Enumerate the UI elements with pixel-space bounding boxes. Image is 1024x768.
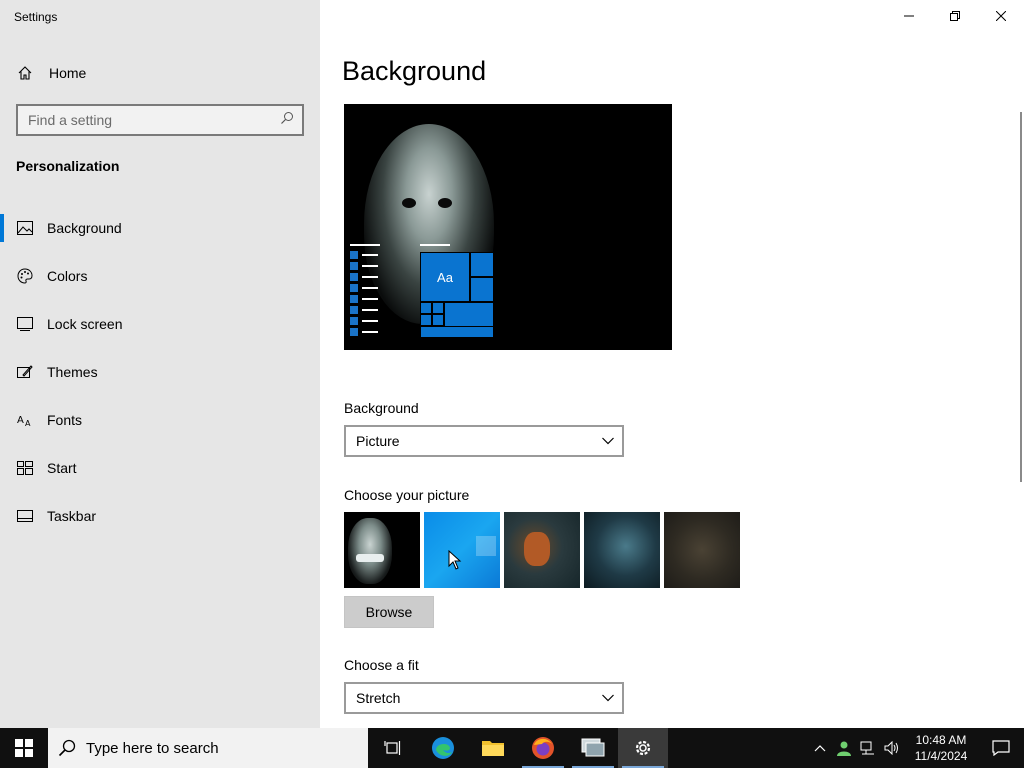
thumbnail-dark-face[interactable] [344,512,420,588]
start-icon [16,459,34,477]
svg-text:A: A [25,419,31,427]
network-tool-button[interactable] [568,728,618,768]
page-title: Background [342,56,487,86]
thumbnail-windows-blue[interactable] [424,512,500,588]
search-box[interactable] [16,104,304,136]
task-view-button[interactable] [368,728,418,768]
browse-button[interactable]: Browse [344,596,434,628]
sidebar-item-label: Fonts [47,412,83,428]
network-icon [860,741,874,755]
background-dropdown-value: Picture [356,433,400,449]
show-hidden-icons-button[interactable] [808,728,832,768]
preview-start-tiles: Aa [420,252,494,338]
preview-eye [438,198,452,208]
user-icon [837,741,851,756]
picture-icon [16,219,34,237]
clock-time: 10:48 AM [915,733,967,747]
preview-line [420,244,450,246]
sidebar-item-background[interactable]: Background [0,204,320,252]
volume-icon [884,741,898,755]
gear-icon [635,740,651,756]
fonts-icon: AA [16,411,34,429]
background-label: Background [344,400,419,416]
clock-date: 11/4/2024 [914,749,968,763]
people-tray-button[interactable] [832,728,856,768]
preview-start-list [350,250,382,338]
background-preview: Aa [344,104,672,350]
app-title: Settings [14,10,58,24]
section-title: Personalization [16,158,120,174]
taskbar: Type here to search 10:48 AM 11/4/2024 [0,728,1024,768]
sidebar-item-colors[interactable]: Colors [0,252,320,300]
fit-dropdown-value: Stretch [356,690,401,706]
chevron-up-icon [814,745,826,752]
fit-label: Choose a fit [344,657,419,673]
taskbar-search[interactable]: Type here to search [48,728,368,768]
task-view-icon [384,741,401,755]
lock-screen-icon [16,315,34,333]
restore-icon [950,11,960,21]
network-tray-button[interactable] [856,728,880,768]
firefox-button[interactable] [518,728,568,768]
sidebar-item-label: Themes [47,364,98,380]
sidebar-item-label: Background [47,220,122,236]
sidebar-item-start[interactable]: Start [0,444,320,492]
svg-text:A: A [17,415,24,426]
minimize-button[interactable] [886,0,932,32]
themes-icon [16,363,34,381]
sidebar-item-fonts[interactable]: AA Fonts [0,396,320,444]
home-label: Home [49,65,87,81]
edge-button[interactable] [418,728,468,768]
sidebar-item-label: Taskbar [47,508,97,524]
thumbnail-blurry-face[interactable] [664,512,740,588]
picture-thumbnails [344,512,744,588]
taskbar-search-placeholder: Type here to search [86,739,219,757]
sidebar-item-label: Colors [47,268,88,284]
taskbar-icon [16,507,34,525]
fit-dropdown[interactable]: Stretch [344,682,624,714]
close-button[interactable] [978,0,1024,32]
firefox-icon [532,737,554,759]
sidebar: Settings Home Personalization Background… [0,0,320,728]
preview-eye [402,198,416,208]
preview-line [350,244,380,246]
start-button[interactable] [0,728,48,768]
sidebar-item-taskbar[interactable]: Taskbar [0,492,320,540]
close-icon [996,11,1006,21]
palette-icon [16,267,34,285]
file-explorer-button[interactable] [468,728,518,768]
chevron-down-icon [602,437,614,445]
minimize-icon [904,15,914,17]
notifications-button[interactable] [978,728,1024,768]
sidebar-nav: Background Colors Lock screen Themes AA … [0,204,320,540]
windows-logo-icon [15,739,33,757]
scrollbar[interactable] [1020,112,1022,482]
clock[interactable]: 10:48 AM 11/4/2024 [904,732,978,764]
search-icon [280,111,294,130]
edge-icon [432,737,454,759]
system-tray: 10:48 AM 11/4/2024 [808,728,1024,768]
home-link[interactable]: Home [16,62,86,84]
preview-tile-text: Aa [420,252,470,302]
search-icon [58,739,76,757]
background-dropdown[interactable]: Picture [344,425,624,457]
sidebar-item-lock-screen[interactable]: Lock screen [0,300,320,348]
network-tool-icon [581,738,605,757]
folder-icon [482,741,504,756]
notification-icon [992,740,1010,756]
volume-tray-button[interactable] [880,728,904,768]
mouse-cursor-icon [448,550,462,570]
window-controls [886,0,1024,32]
settings-button[interactable] [618,728,668,768]
sidebar-item-label: Start [47,460,77,476]
sidebar-item-label: Lock screen [47,316,123,332]
restore-button[interactable] [932,0,978,32]
thumbnail-fantasy-warrior[interactable] [504,512,580,588]
home-icon [16,64,34,82]
chevron-down-icon [602,694,614,702]
thumbnail-blue-creature[interactable] [584,512,660,588]
choose-picture-label: Choose your picture [344,487,470,503]
search-input[interactable] [28,112,280,128]
sidebar-item-themes[interactable]: Themes [0,348,320,396]
